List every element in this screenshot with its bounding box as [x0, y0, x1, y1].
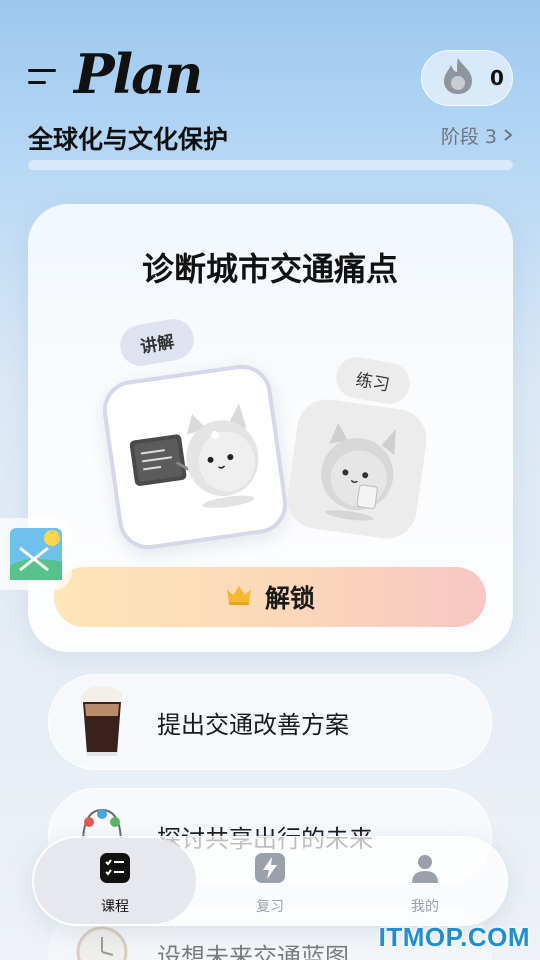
lecture-tile[interactable]	[98, 360, 292, 554]
stage-progress-bar	[28, 160, 513, 170]
menu-icon[interactable]	[28, 66, 58, 90]
cat-writing-illustration	[321, 422, 396, 521]
streak-count: 0	[490, 66, 504, 90]
unlock-label: 解锁	[264, 584, 315, 613]
lesson-name: 提出交通改善方案	[157, 710, 349, 739]
profile-icon	[409, 852, 441, 888]
watermark: ITMOP.COM	[378, 922, 530, 952]
nav-tab-review[interactable]: 复习	[210, 852, 330, 916]
app-logo: Plan	[74, 42, 203, 106]
image-app-icon	[10, 528, 62, 580]
lesson-card-title: 诊断城市交通痛点	[141, 250, 398, 288]
nav-label: 复习	[256, 899, 284, 915]
chevron-right-icon	[503, 125, 513, 147]
practice-tile[interactable]	[283, 395, 431, 543]
clock-icon	[75, 925, 129, 960]
lesson-name: 设想未来交通蓝图	[157, 942, 349, 960]
nav-tab-me[interactable]: 我的	[365, 852, 485, 916]
cat-teacher-illustration	[129, 403, 259, 508]
floating-widget[interactable]	[0, 518, 72, 590]
stage-label: 阶段 3	[440, 126, 497, 148]
lightning-icon	[254, 852, 286, 888]
unlock-button[interactable]: 解锁	[54, 567, 486, 627]
nav-label: 我的	[411, 899, 439, 915]
checklist-icon	[99, 852, 131, 888]
lesson-item[interactable]: 提出交通改善方案	[48, 674, 492, 770]
crown-icon	[225, 583, 253, 611]
stage-selector[interactable]: 阶段 3	[441, 122, 513, 149]
iced-coffee-icon	[75, 682, 129, 762]
flame-icon	[440, 56, 476, 100]
nav-label: 课程	[101, 899, 129, 915]
nav-tab-courses[interactable]: 课程	[55, 852, 175, 916]
streak-counter[interactable]: 0	[421, 50, 513, 106]
course-title: 全球化与文化保护	[28, 125, 229, 154]
